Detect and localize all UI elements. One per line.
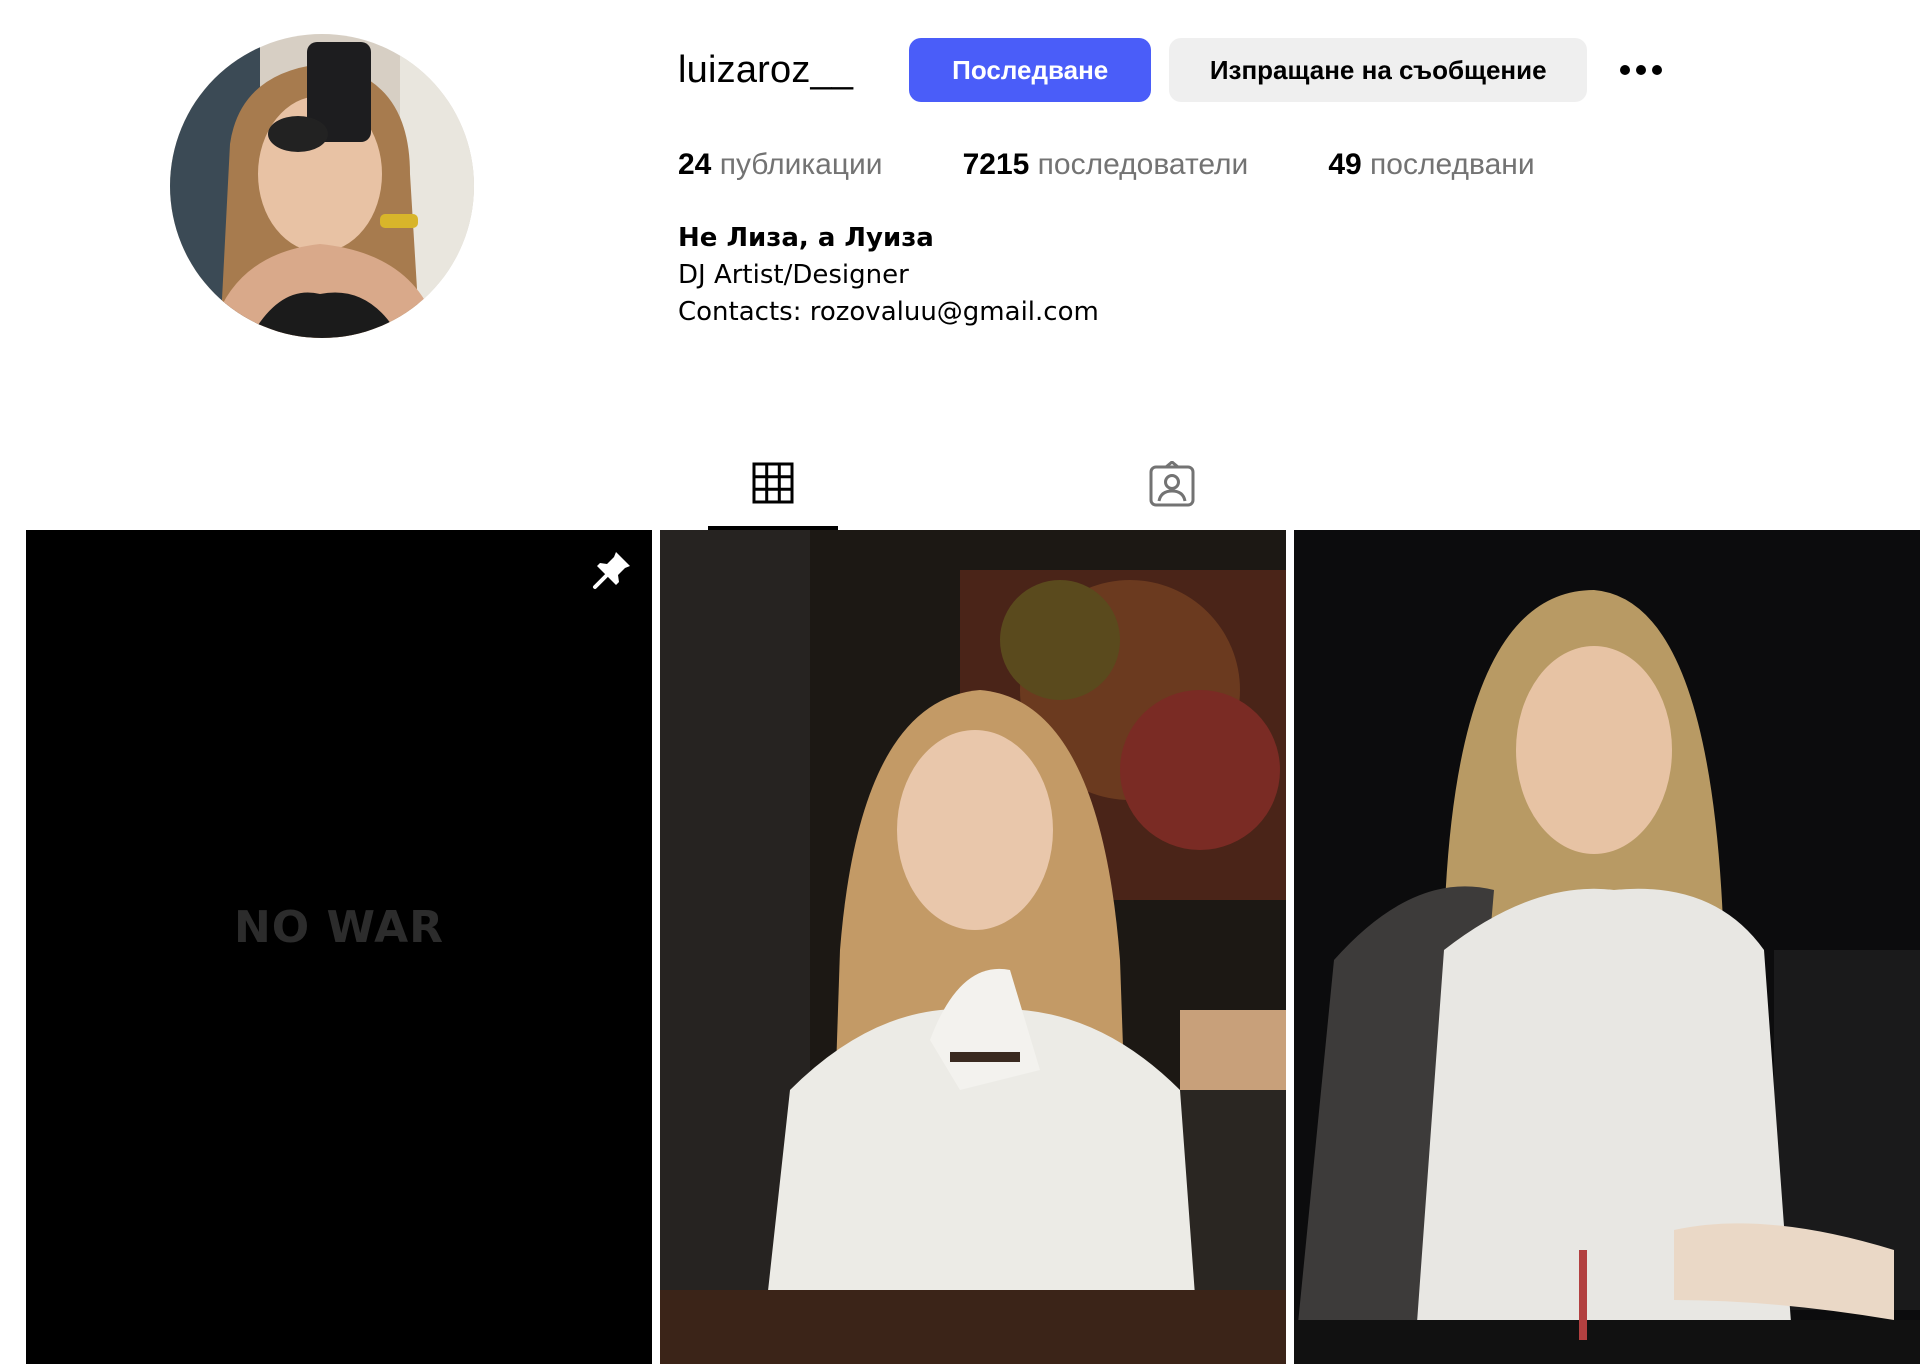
posts-stat: 24 публикации	[678, 148, 883, 182]
bio-name: Не Лиза, а Луиза	[678, 223, 934, 253]
followers-stat[interactable]: 7215 последователи	[963, 148, 1249, 182]
following-count: 49	[1328, 148, 1362, 181]
more-options-button[interactable]	[1613, 42, 1669, 98]
grid-icon	[752, 462, 794, 504]
avatar-photo	[170, 34, 474, 338]
follow-button[interactable]: Последване	[909, 38, 1152, 102]
post-tile[interactable]	[1294, 530, 1920, 1364]
profile-header-row: luizaroz__ Последване Изпращане на съобщ…	[678, 38, 1678, 102]
post-photo	[660, 530, 1286, 1364]
bio-line-role: DJ Artist/Designer	[678, 260, 909, 290]
following-label: последвани	[1370, 148, 1535, 181]
username: luizaroz__	[678, 48, 854, 91]
profile-tabs	[0, 455, 1920, 530]
bio-line-contacts: Contacts: rozovaluu@gmail.com	[678, 297, 1099, 327]
post-photo	[1294, 530, 1920, 1364]
posts-count: 24	[678, 148, 712, 181]
profile-avatar[interactable]	[170, 34, 474, 338]
tagged-icon	[1149, 461, 1195, 507]
profile-info: luizaroz__ Последване Изпращане на съобщ…	[678, 38, 1678, 331]
message-button[interactable]: Изпращане на съобщение	[1169, 38, 1588, 102]
more-horizontal-icon	[1620, 65, 1663, 75]
post-tile[interactable]	[660, 530, 1286, 1364]
tab-posts[interactable]	[708, 455, 838, 530]
post-tile[interactable]: NO WAR	[26, 530, 652, 1364]
post-text: NO WAR	[233, 902, 445, 953]
pin-icon	[593, 552, 630, 589]
tab-tagged[interactable]	[1107, 455, 1237, 530]
profile-bio: Не Лиза, а Луиза DJ Artist/Designer Cont…	[678, 220, 1678, 331]
followers-count: 7215	[962, 148, 1030, 181]
following-stat[interactable]: 49 последвани	[1328, 148, 1534, 182]
posts-label: публикации	[719, 148, 883, 181]
profile-stats: 24 публикации 7215 последователи 49 посл…	[678, 148, 1678, 182]
followers-label: последователи	[1037, 148, 1249, 181]
